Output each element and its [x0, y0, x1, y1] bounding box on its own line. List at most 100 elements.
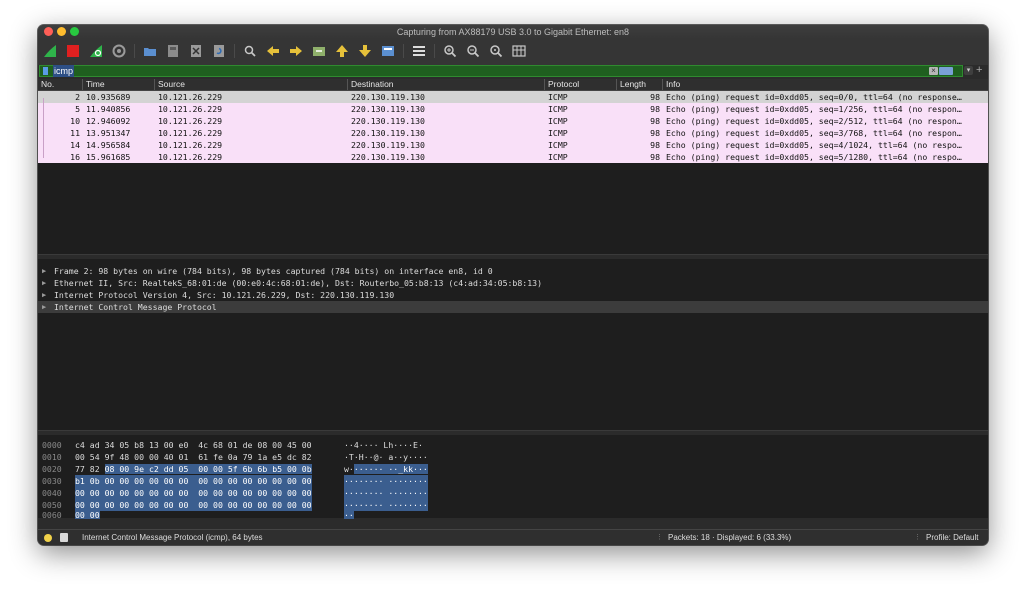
zoom-normal-icon[interactable]	[488, 43, 504, 59]
packet-cell-time: 10.935689	[86, 92, 131, 102]
packet-cell-proto: ICMP	[548, 116, 568, 126]
packet-list-header: No. Time Source Destination Protocol Len…	[38, 79, 988, 91]
resize-columns-icon[interactable]	[511, 43, 527, 59]
autoscroll-icon[interactable]	[380, 43, 396, 59]
hex-row: 0040 00 00 00 00 00 00 00 00 00 00 00 00…	[42, 487, 428, 499]
detail-row-icmp[interactable]: ▶ Internet Control Message Protocol	[38, 301, 988, 313]
column-header-protocol[interactable]: Protocol	[544, 79, 616, 90]
packet-row[interactable]: 2 10.935689 10.121.26.229 220.130.119.130 IC…	[38, 91, 988, 103]
filter-value[interactable]: icmp	[53, 65, 75, 77]
packet-cell-src: 10.121.26.229	[158, 104, 223, 114]
search-icon[interactable]	[242, 43, 258, 59]
forward-arrow-icon[interactable]	[288, 43, 304, 59]
column-header-length[interactable]: Length	[616, 79, 662, 90]
packet-cell-info: Echo (ping) request id=0xdd05, seq=4/102…	[666, 140, 962, 150]
stop-icon[interactable]	[65, 43, 81, 59]
zoom-in-icon[interactable]	[442, 43, 458, 59]
packet-cell-src: 10.121.26.229	[158, 140, 223, 150]
detail-row-frame[interactable]: ▶ Frame 2: 98 bytes on wire (784 bits), …	[38, 265, 988, 277]
first-packet-icon[interactable]	[334, 43, 350, 59]
expert-info-icon[interactable]	[44, 534, 52, 542]
packet-cell-info: Echo (ping) request id=0xdd05, seq=1/256…	[666, 104, 962, 114]
status-separator-icon: ⋮	[914, 534, 921, 541]
packet-cell-len: 98	[650, 128, 660, 138]
detail-row-ipv4[interactable]: ▶ Internet Protocol Version 4, Src: 10.1…	[38, 289, 988, 301]
column-header-destination[interactable]: Destination	[347, 79, 544, 90]
packet-cell-src: 10.121.26.229	[158, 152, 223, 162]
wireshark-window: Capturing from AX88179 USB 3.0 to Gigabi…	[38, 25, 988, 545]
filter-history-dropdown-icon[interactable]: ▾	[964, 66, 973, 75]
packet-cell-proto: ICMP	[548, 140, 568, 150]
packet-row[interactable]: 10 12.946092 10.121.26.229 220.130.119.130 I…	[38, 115, 988, 127]
folder-open-icon[interactable]	[142, 43, 158, 59]
filter-bookmark-icon[interactable]	[43, 67, 48, 75]
expand-triangle-icon[interactable]: ▶	[42, 277, 46, 289]
packet-cell-dst: 220.130.119.130	[351, 140, 425, 150]
packet-cell-no: 2	[75, 92, 80, 102]
hex-row: 0020 77 82 08 00 9e c2 dd 05 00 00 5f 6b…	[42, 464, 428, 474]
column-header-info[interactable]: Info	[662, 79, 988, 90]
detail-row-ethernet[interactable]: ▶ Ethernet II, Src: RealtekS_68:01:de (0…	[38, 277, 988, 289]
title-bar: Capturing from AX88179 USB 3.0 to Gigabi…	[38, 25, 988, 39]
column-header-time[interactable]: Time	[82, 79, 154, 90]
reload-icon[interactable]	[211, 43, 227, 59]
colorize-icon[interactable]	[411, 43, 427, 59]
packet-cell-no: 10	[70, 116, 80, 126]
capture-comment-icon[interactable]	[60, 533, 68, 542]
packet-cell-info: Echo (ping) request id=0xdd05, seq=0/0, …	[666, 92, 962, 102]
go-to-packet-icon[interactable]	[311, 43, 327, 59]
packet-details-pane: ▶ Frame 2: 98 bytes on wire (784 bits), …	[38, 259, 988, 430]
packet-bytes-pane: 0000 c4 ad 34 05 b8 13 00 e0 4c 68 01 de…	[38, 435, 988, 519]
hex-row: 0010 00 54 9f 48 00 00 40 01 61 fe 0a 79…	[42, 452, 428, 462]
expand-triangle-icon[interactable]: ▶	[42, 301, 46, 313]
expand-triangle-icon[interactable]: ▶	[42, 265, 46, 277]
packet-cell-dst: 220.130.119.130	[351, 152, 425, 162]
apply-filter-arrow-icon[interactable]	[939, 67, 953, 75]
packet-list-pane: No. Time Source Destination Protocol Len…	[38, 79, 988, 254]
zoom-out-icon[interactable]	[465, 43, 481, 59]
toolbar-separator	[434, 44, 435, 58]
file-save-icon[interactable]	[165, 43, 181, 59]
file-close-icon[interactable]	[188, 43, 204, 59]
status-profile[interactable]: Profile: Default	[926, 530, 978, 545]
hex-row: 0030 b1 0b 00 00 00 00 00 00 00 00 00 00…	[42, 475, 428, 487]
display-filter-input[interactable]: icmp ×	[39, 65, 963, 77]
packet-cell-dst: 220.130.119.130	[351, 92, 425, 102]
display-filter-bar: icmp × ▾ +	[38, 64, 988, 78]
packet-cell-len: 98	[650, 104, 660, 114]
packet-row[interactable]: 14 14.956584 10.121.26.229 220.130.119.130 I…	[38, 139, 988, 151]
last-packet-icon[interactable]	[357, 43, 373, 59]
packet-cell-src: 10.121.26.229	[158, 116, 223, 126]
packet-cell-proto: ICMP	[548, 152, 568, 162]
back-arrow-icon[interactable]	[265, 43, 281, 59]
clear-filter-icon[interactable]: ×	[929, 67, 938, 75]
packet-cell-dst: 220.130.119.130	[351, 104, 425, 114]
packet-cell-time: 12.946092	[86, 116, 131, 126]
column-header-no[interactable]: No.	[38, 79, 82, 90]
expand-triangle-icon[interactable]: ▶	[42, 289, 46, 301]
column-header-source[interactable]: Source	[154, 79, 347, 90]
shark-fin-restart-icon[interactable]	[88, 43, 104, 59]
packet-cell-len: 98	[650, 116, 660, 126]
status-field-info: Internet Control Message Protocol (icmp)…	[82, 533, 263, 542]
packet-cell-dst: 220.130.119.130	[351, 128, 425, 138]
window-title: Capturing from AX88179 USB 3.0 to Gigabi…	[396, 27, 630, 37]
main-toolbar	[38, 39, 988, 65]
packet-cell-proto: ICMP	[548, 104, 568, 114]
shark-fin-start-icon[interactable]	[42, 43, 58, 59]
status-separator-icon: ⋮	[656, 534, 663, 541]
add-filter-button-icon[interactable]: +	[976, 64, 982, 76]
gear-options-icon[interactable]	[111, 43, 127, 59]
hex-row: 0050 00 00 00 00 00 00 00 00 00 00 00 00…	[42, 499, 428, 511]
packet-cell-no: 11	[70, 128, 80, 138]
packet-row[interactable]: 16 15.961685 10.121.26.229 220.130.119.130 I…	[38, 151, 988, 163]
hex-row: 0000 c4 ad 34 05 b8 13 00 e0 4c 68 01 de…	[42, 440, 423, 450]
packet-row[interactable]: 11 13.951347 10.121.26.229 220.130.119.130 I…	[38, 127, 988, 139]
packet-cell-time: 11.940856	[86, 104, 131, 114]
packet-cell-info: Echo (ping) request id=0xdd05, seq=5/128…	[666, 152, 962, 162]
packet-cell-time: 15.961685	[86, 152, 131, 162]
packet-cell-no: 14	[70, 140, 80, 150]
packet-row[interactable]: 5 11.940856 10.121.26.229 220.130.119.130 IC…	[38, 103, 988, 115]
packet-cell-proto: ICMP	[548, 92, 568, 102]
packet-cell-no: 5	[75, 104, 80, 114]
